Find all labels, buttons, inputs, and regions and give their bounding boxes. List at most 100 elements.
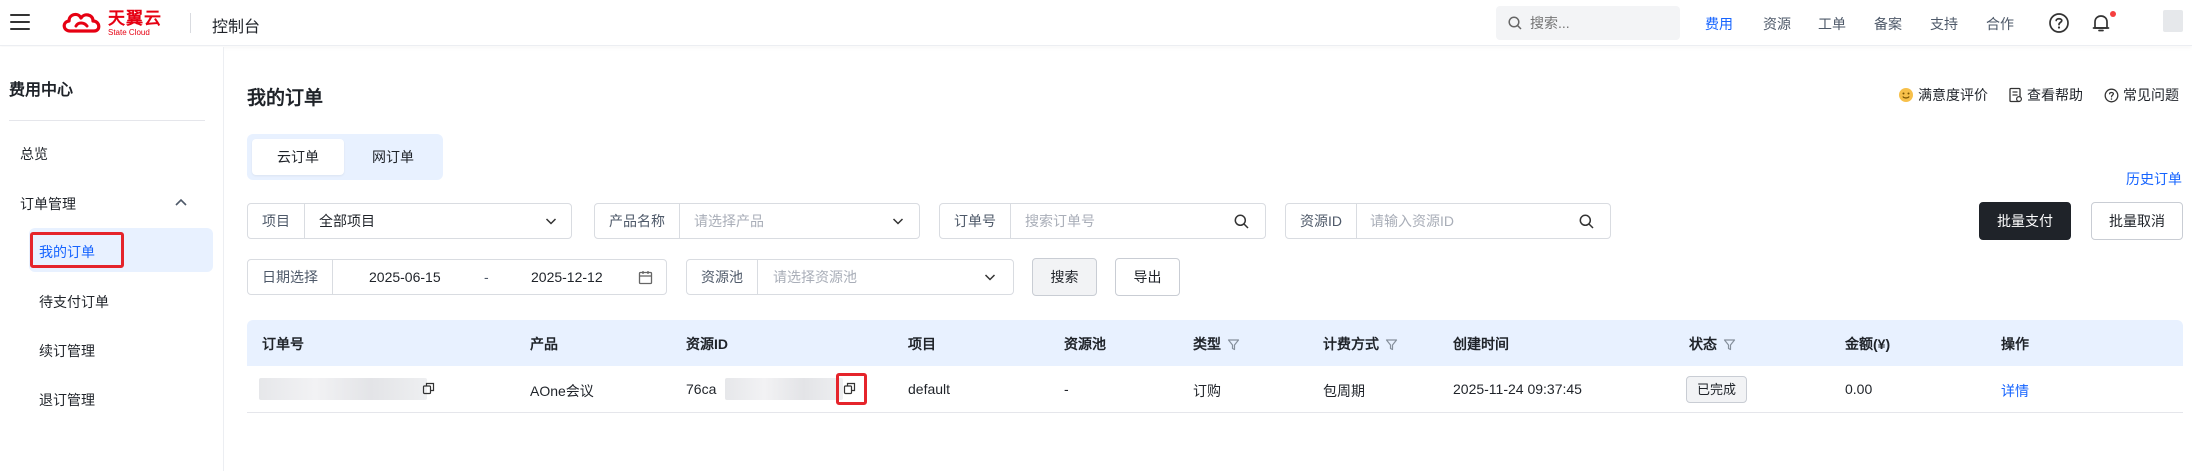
resource-id-search[interactable]: 资源ID 请输入资源ID — [1285, 203, 1611, 239]
column-billing: 计费方式 — [1323, 334, 1398, 354]
chevron-up-icon[interactable] — [174, 197, 188, 207]
global-search[interactable] — [1496, 6, 1680, 40]
satisfaction-link[interactable]: 满意度评价 — [1898, 85, 1988, 105]
calendar-icon — [638, 271, 653, 285]
filter-icon[interactable] — [1227, 338, 1240, 351]
resource-id-placeholder: 请输入资源ID — [1370, 213, 1454, 229]
sidebar-item-overview[interactable]: 总览 — [20, 144, 48, 164]
notification-badge — [2110, 11, 2116, 17]
date-end[interactable]: 2025-12-12 — [531, 260, 603, 294]
nav-fees[interactable]: 费用 — [1705, 14, 1733, 34]
nav-support[interactable]: 支持 — [1930, 14, 1958, 34]
order-type-tabs: 云订单 网订单 — [247, 134, 443, 180]
sidebar-item-pending-payment[interactable]: 待支付订单 — [39, 292, 109, 312]
product-select[interactable]: 产品名称 请选择产品 — [594, 203, 920, 239]
search-icon[interactable] — [1234, 214, 1249, 229]
column-status-label: 状态 — [1689, 336, 1717, 352]
column-status: 状态 — [1689, 334, 1736, 354]
smile-icon — [1899, 88, 1913, 102]
date-label: 日期选择 — [248, 260, 333, 294]
date-range-picker[interactable]: 日期选择 2025-06-15 - 2025-12-12 — [247, 259, 667, 295]
search-icon — [1508, 16, 1522, 30]
sidebar-item-order-management[interactable]: 订单管理 — [20, 194, 76, 214]
cell-amount: 0.00 — [1845, 381, 1873, 397]
chevron-down-icon — [545, 218, 557, 225]
cell-billing: 包周期 — [1323, 383, 1365, 399]
column-type: 类型 — [1193, 334, 1240, 354]
project-label: 项目 — [248, 204, 305, 238]
column-order-number: 订单号 — [262, 336, 304, 352]
column-actions: 操作 — [2001, 336, 2029, 352]
help-circle-icon[interactable] — [2048, 12, 2070, 34]
console-title[interactable]: 控制台 — [212, 13, 260, 37]
cell-project: default — [908, 381, 951, 397]
bell-icon[interactable] — [2090, 12, 2112, 34]
help-doc-link[interactable]: 查看帮助 — [2008, 85, 2083, 105]
column-project: 项目 — [908, 336, 936, 352]
tab-network-orders[interactable]: 网订单 — [347, 139, 439, 175]
faq-link[interactable]: 常见问题 — [2104, 85, 2179, 105]
resource-pool-select[interactable]: 资源池 请选择资源池 — [686, 259, 1014, 295]
column-resource-id: 资源ID — [686, 336, 728, 352]
search-button[interactable]: 搜索 — [1032, 258, 1097, 296]
date-separator: - — [484, 269, 489, 285]
table-header: 订单号 产品 资源ID 项目 资源池 类型 计费方式 创建时间 状态 金额(¥)… — [247, 320, 2183, 366]
menu-icon[interactable] — [10, 14, 30, 30]
question-icon — [2104, 88, 2119, 102]
copy-icon[interactable] — [843, 382, 856, 395]
sidebar-item-my-orders[interactable]: 我的订单 — [39, 242, 95, 262]
resource-pool-label: 资源池 — [687, 260, 758, 294]
cloud-logo-icon — [62, 12, 101, 33]
column-resource-pool: 资源池 — [1064, 336, 1106, 352]
logo-text-en: State Cloud — [108, 27, 150, 37]
logo[interactable]: 天翼云 State Cloud — [60, 8, 162, 38]
sidebar-divider — [9, 120, 205, 121]
cell-created-time: 2025-11-24 09:37:45 — [1453, 381, 1582, 397]
column-billing-label: 计费方式 — [1323, 336, 1379, 352]
sidebar-item-renewal[interactable]: 续订管理 — [39, 341, 95, 361]
filter-icon[interactable] — [1385, 338, 1398, 351]
tab-cloud-orders[interactable]: 云订单 — [252, 139, 344, 175]
redacted-order-number — [259, 378, 427, 400]
header-divider — [190, 13, 191, 33]
batch-pay-button[interactable]: 批量支付 — [1979, 202, 2071, 240]
faq-label: 常见问题 — [2123, 87, 2179, 103]
order-number-search[interactable]: 订单号 搜索订单号 — [939, 203, 1266, 239]
date-start[interactable]: 2025-06-15 — [369, 260, 441, 294]
nav-resources[interactable]: 资源 — [1763, 14, 1791, 34]
table-row: AOne会议 76ca default - 订购 包周期 2025-11-24 … — [247, 366, 2183, 413]
product-placeholder: 请选择产品 — [694, 213, 764, 229]
copy-icon[interactable] — [422, 382, 435, 395]
detail-link[interactable]: 详情 — [2001, 381, 2029, 401]
order-number-placeholder: 搜索订单号 — [1025, 213, 1095, 229]
project-select[interactable]: 项目 全部项目 — [247, 203, 572, 239]
column-created-time: 创建时间 — [1453, 336, 1509, 352]
cell-resource-id-prefix: 76ca — [686, 381, 717, 397]
cell-type: 订购 — [1193, 383, 1221, 399]
batch-cancel-button[interactable]: 批量取消 — [2091, 202, 2183, 240]
cell-product: AOne会议 — [530, 383, 594, 399]
sidebar-item-unsubscribe[interactable]: 退订管理 — [39, 390, 95, 410]
satisfaction-label: 满意度评价 — [1918, 87, 1988, 103]
resource-pool-placeholder: 请选择资源池 — [773, 269, 857, 285]
document-icon — [2009, 87, 2023, 103]
global-search-input[interactable] — [1530, 13, 1670, 33]
history-orders-link[interactable]: 历史订单 — [2126, 169, 2182, 189]
nav-filing[interactable]: 备案 — [1874, 14, 1902, 34]
sidebar-title: 费用中心 — [9, 82, 74, 99]
search-icon[interactable] — [1579, 214, 1594, 229]
chevron-down-icon — [984, 274, 996, 281]
export-button[interactable]: 导出 — [1115, 258, 1180, 296]
help-doc-label: 查看帮助 — [2027, 87, 2083, 103]
logo-text-cn: 天翼云 — [108, 8, 162, 28]
avatar[interactable] — [2163, 10, 2183, 32]
redacted-resource-id — [725, 378, 843, 400]
top-bar: 天翼云 State Cloud 控制台 费用 资源 工单 备案 支持 合作 — [0, 0, 2192, 46]
nav-partners[interactable]: 合作 — [1986, 14, 2014, 34]
column-product: 产品 — [530, 336, 558, 352]
order-number-label: 订单号 — [940, 204, 1011, 238]
product-label: 产品名称 — [595, 204, 680, 238]
page-title: 我的订单 — [247, 88, 324, 109]
nav-tickets[interactable]: 工单 — [1818, 14, 1846, 34]
filter-icon[interactable] — [1723, 338, 1736, 351]
